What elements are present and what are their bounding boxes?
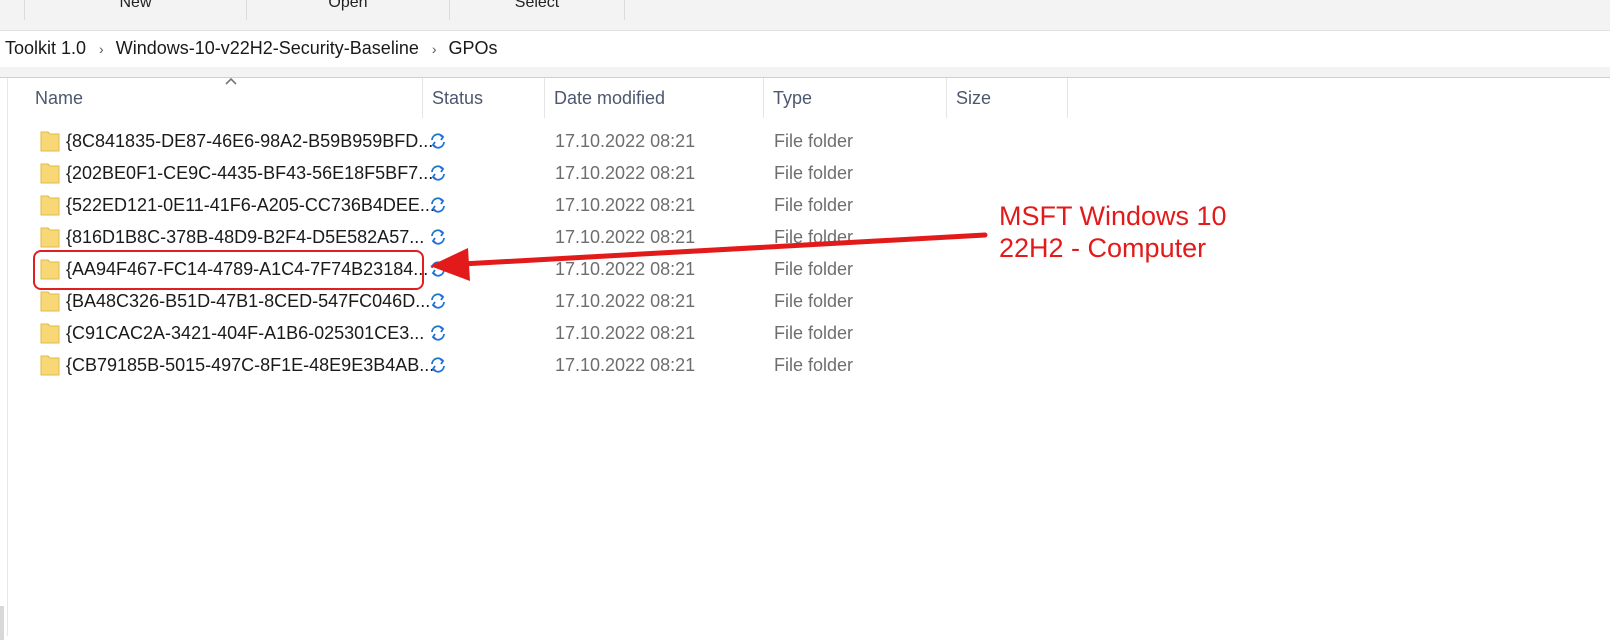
file-row[interactable]: {8C841835-DE87-46E6-98A2-B59B959BFD... 1… — [0, 125, 1100, 157]
column-header-name[interactable]: Name — [26, 78, 422, 118]
file-type: File folder — [774, 131, 854, 151]
folder-icon — [40, 355, 60, 376]
file-date-modified: 17.10.2022 08:21 — [555, 259, 696, 279]
folder-icon — [40, 291, 60, 312]
ribbon-separator — [0, 20, 1610, 30]
sync-icon — [431, 357, 445, 373]
file-name: {816D1B8C-378B-48D9-B2F4-D5E582A57... — [66, 227, 425, 247]
sync-icon — [431, 133, 445, 149]
file-row[interactable]: {202BE0F1-CE9C-4435-BF43-56E18F5BF7... 1… — [0, 157, 1100, 189]
file-name: {C91CAC2A-3421-404F-A1B6-025301CE3... — [66, 323, 425, 343]
folder-icon — [40, 163, 60, 184]
column-header-size[interactable]: Size — [947, 78, 1067, 118]
file-type: File folder — [774, 227, 854, 247]
file-row[interactable]: {CB79185B-5015-497C-8F1E-48E9E3B4AB... 1… — [0, 349, 1100, 381]
breadcrumb: Toolkit 1.0 › Windows-10-v22H2-Security-… — [5, 38, 498, 59]
toolbar-gap — [0, 67, 1610, 78]
file-type: File folder — [774, 355, 854, 375]
breadcrumb-item-baseline[interactable]: Windows-10-v22H2-Security-Baseline — [116, 38, 419, 59]
file-date-modified: 17.10.2022 08:21 — [555, 163, 696, 183]
ribbon-group-label: Open — [328, 0, 368, 11]
ribbon-group-select[interactable]: Select — [449, 0, 625, 20]
column-divider[interactable] — [1067, 78, 1068, 118]
annotation-line-1: MSFT Windows 10 — [999, 201, 1227, 231]
file-name: {522ED121-0E11-41F6-A205-CC736B4DEE... — [66, 195, 435, 215]
sync-icon — [431, 165, 445, 181]
ribbon: New Open Select — [0, 0, 1610, 21]
annotation-highlight-box — [33, 250, 424, 290]
annotation-callout: MSFT Windows 10 22H2 - Computer — [999, 200, 1227, 264]
file-date-modified: 17.10.2022 08:21 — [555, 227, 696, 247]
folder-icon — [40, 227, 60, 248]
sync-icon — [431, 261, 445, 277]
ribbon-group-label: Select — [514, 0, 560, 11]
file-type: File folder — [774, 259, 854, 279]
scrollbar-thumb[interactable] — [0, 606, 4, 640]
folder-icon — [40, 195, 60, 216]
column-header-status[interactable]: Status — [423, 78, 544, 118]
file-type: File folder — [774, 195, 854, 215]
ribbon-group-open[interactable]: Open — [246, 0, 449, 20]
file-row[interactable]: {816D1B8C-378B-48D9-B2F4-D5E582A57... 17… — [0, 221, 1100, 253]
sync-icon — [431, 325, 445, 341]
chevron-right-icon[interactable]: › — [99, 41, 104, 57]
column-headers: Name Status Date modified Type Size — [0, 77, 1610, 118]
file-date-modified: 17.10.2022 08:21 — [555, 291, 696, 311]
annotation-line-2: 22H2 - Computer — [999, 233, 1207, 263]
file-date-modified: 17.10.2022 08:21 — [555, 195, 696, 215]
chevron-right-icon[interactable]: › — [432, 41, 437, 57]
column-header-type[interactable]: Type — [764, 78, 946, 118]
sync-icon — [431, 229, 445, 245]
file-row[interactable]: {522ED121-0E11-41F6-A205-CC736B4DEE... 1… — [0, 189, 1100, 221]
file-date-modified: 17.10.2022 08:21 — [555, 355, 696, 375]
file-name: {8C841835-DE87-46E6-98A2-B59B959BFD... — [66, 131, 434, 151]
file-type: File folder — [774, 323, 854, 343]
file-name: {202BE0F1-CE9C-4435-BF43-56E18F5BF7... — [66, 163, 434, 183]
ribbon-group-label: New — [119, 0, 152, 11]
sync-icon — [431, 293, 445, 309]
sync-icon — [431, 197, 445, 213]
breadcrumb-item-toolkit[interactable]: Toolkit 1.0 — [5, 38, 86, 59]
address-bar[interactable]: Toolkit 1.0 › Windows-10-v22H2-Security-… — [0, 30, 1610, 68]
folder-icon — [40, 131, 60, 152]
file-name: {CB79185B-5015-497C-8F1E-48E9E3B4AB... — [66, 355, 435, 375]
breadcrumb-item-gpos[interactable]: GPOs — [449, 38, 498, 59]
file-type: File folder — [774, 291, 854, 311]
file-row[interactable]: {C91CAC2A-3421-404F-A1B6-025301CE3... 17… — [0, 317, 1100, 349]
file-date-modified: 17.10.2022 08:21 — [555, 131, 696, 151]
file-date-modified: 17.10.2022 08:21 — [555, 323, 696, 343]
ribbon-group-new[interactable]: New — [24, 0, 246, 20]
column-header-date-modified[interactable]: Date modified — [545, 78, 763, 118]
folder-icon — [40, 323, 60, 344]
file-type: File folder — [774, 163, 854, 183]
